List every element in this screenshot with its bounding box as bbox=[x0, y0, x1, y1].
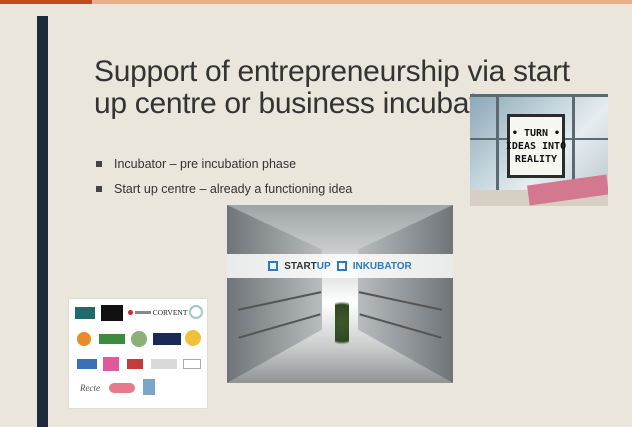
partner-logo bbox=[151, 359, 177, 369]
startup-label: STARTUP bbox=[284, 260, 331, 272]
partner-logo bbox=[75, 307, 95, 319]
partner-logo bbox=[189, 305, 203, 319]
bullet-text: Incubator – pre incubation phase bbox=[114, 157, 297, 171]
partner-logo bbox=[103, 357, 119, 371]
bullet-item: Incubator – pre incubation phase bbox=[96, 152, 352, 176]
partner-logo bbox=[153, 333, 181, 345]
atrium-tree bbox=[335, 293, 349, 353]
slide-accent-bar bbox=[37, 16, 48, 427]
partner-logo bbox=[101, 305, 123, 321]
partner-logo bbox=[77, 332, 91, 346]
bullet-text: Start up centre – already a functioning … bbox=[114, 182, 353, 196]
lightbox-line: • TURN • bbox=[511, 127, 561, 139]
partner-logo bbox=[127, 359, 143, 369]
bullet-marker-icon bbox=[96, 161, 102, 167]
partner-logo bbox=[127, 307, 151, 317]
partner-logo bbox=[143, 379, 155, 395]
partner-logo-corvent: CORVENT bbox=[152, 307, 188, 317]
partner-logo bbox=[77, 359, 97, 369]
bullet-item: Start up centre – already a functioning … bbox=[96, 177, 352, 201]
startup-logo-icon bbox=[268, 261, 279, 271]
lightbox-line: IDEAS INTO bbox=[505, 140, 567, 152]
startup-inkubator-banner: STARTUP INKUBATOR bbox=[227, 254, 453, 278]
partner-logo bbox=[99, 334, 125, 344]
bullet-list: Incubator – pre incubation phase Start u… bbox=[96, 152, 352, 202]
top-color-strip bbox=[0, 0, 632, 4]
lightbox-sign: • TURN • IDEAS INTO REALITY bbox=[505, 114, 567, 178]
partner-logo-recte: Recte bbox=[80, 383, 100, 393]
lightbox-photo: • TURN • IDEAS INTO REALITY bbox=[470, 94, 608, 206]
inkubator-label: INKUBATOR bbox=[352, 260, 412, 272]
inkubator-logo-icon bbox=[336, 261, 347, 271]
top-color-strip-accent bbox=[0, 0, 92, 4]
partner-logo bbox=[183, 359, 201, 369]
partner-logo bbox=[131, 331, 147, 347]
lightbox-line: REALITY bbox=[514, 153, 558, 165]
partner-logos-collage: CORVENT Recte bbox=[69, 299, 207, 408]
bullet-marker-icon bbox=[96, 186, 102, 192]
atrium-photo: STARTUP INKUBATOR bbox=[227, 205, 453, 383]
partner-logo bbox=[185, 330, 201, 346]
partner-logo bbox=[109, 383, 135, 393]
